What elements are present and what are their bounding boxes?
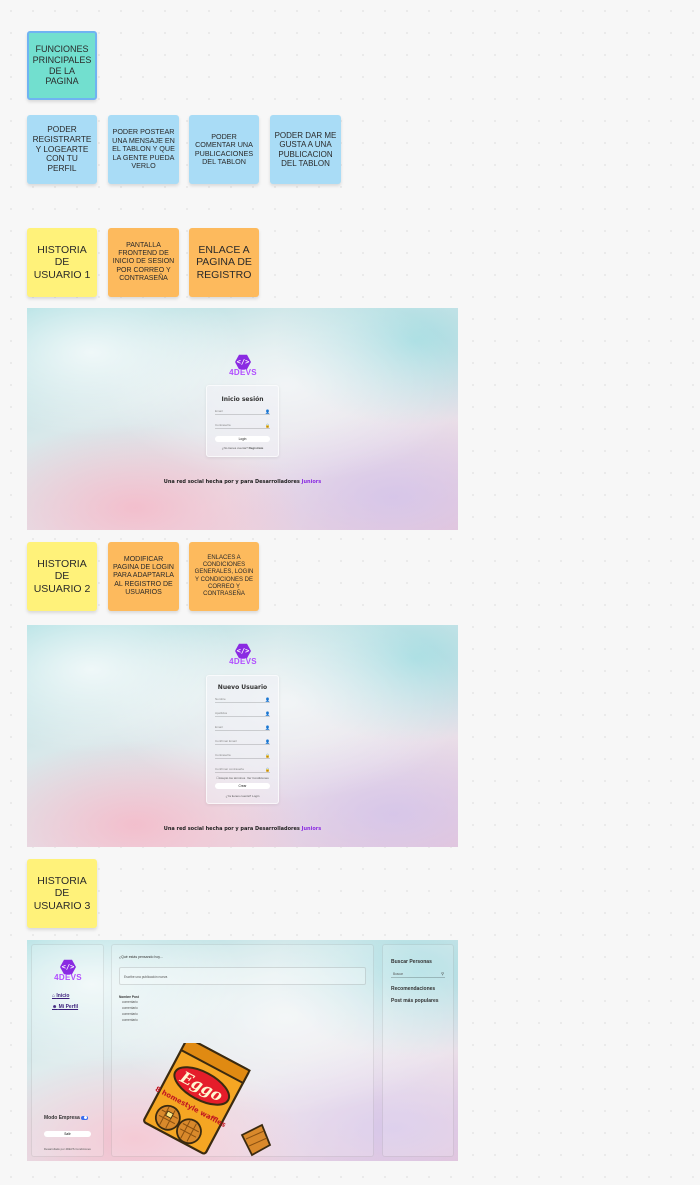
register-prompt: ¿No tienes cuenta? Registrate [221,446,264,450]
conditions-link[interactable]: Ver Condiciones [247,776,269,780]
password-placeholder: Contraseña [215,423,231,427]
tagline: Una red social hecha por y para Desarrol… [163,826,322,832]
feed-line: comentario [122,1012,138,1016]
register-link[interactable]: Registrate [249,446,264,450]
login-title: Inicio sesión [221,396,264,403]
feature-comment-note[interactable]: PODER COMENTAR UNA PUBLICACIONES DEL TAB… [189,115,259,184]
register-card: Nuevo Usuario Nombre 👤 Apellidos 👤 Email 👤 … [206,675,279,804]
search-people-title: Buscar Personas [391,959,432,965]
nav-profile[interactable]: ☻ Mi Perfil [52,1004,78,1010]
register-screenshot: </> 4DEVS Nuevo Usuario Nombre 👤 Apellido… [27,625,458,847]
create-account-button[interactable]: Crear [215,783,270,789]
brand-name: 4DEVS [229,657,257,666]
email-field[interactable]: Email 👤 [215,724,270,731]
toggle-switch[interactable] [80,1115,88,1120]
left-sidebar: </> 4DEVS ⌂ Inicio ☻ Mi Perfil Modo Empr… [31,944,104,1157]
story-1-task-register-link-note[interactable]: ENLACE A PAGINA DE REGISTRO [189,228,259,297]
new-post-input[interactable]: Escribe una publicación nueva [119,967,366,985]
feature-like-note[interactable]: PODER DAR ME GUSTA A UNA PUBLICACION DEL… [270,115,341,184]
email-field[interactable]: Email 👤 [215,408,270,415]
search-placeholder: Buscar [393,972,403,976]
feature-post-note[interactable]: PODER POSTEAR UNA MENSAJE EN EL TABLON Y… [108,115,179,184]
company-mode-toggle[interactable]: Modo Empresa [44,1115,88,1121]
user-icon: ☻ [52,1004,58,1010]
brand-name: 4DEVS [54,973,82,982]
brand-logo: </> 4DEVS [229,354,257,377]
feed-line: comentario [122,1006,138,1010]
confirm-email-field[interactable]: Confirmar Email 👤 [215,738,270,745]
brand-logo: </> 4DEVS [229,643,257,666]
footer-text: Desarrollado por 4DEVS Condiciones [44,1147,91,1151]
story-2-task-links-note[interactable]: ENLACES A CONDICIONES GENERALES, LOGIN Y… [189,542,259,611]
terms-row[interactable]: ☐Acepto los términos Ver Condiciones [207,776,278,780]
mail-icon: 👤 [265,724,270,730]
login-screenshot: </> 4DEVS Inicio sesión Email 👤 Contrase… [27,308,458,530]
post-prompt: ¿Qué estás pensando hoy... [119,955,163,959]
register-title: Nuevo Usuario [217,684,268,691]
login-card: Inicio sesión Email 👤 Contraseña 🔒 Login… [206,385,279,457]
story-2-note[interactable]: HISTORIA DE USUARIO 2 [27,542,97,611]
search-people-input[interactable]: Buscar ⚲ [391,971,445,978]
password-field[interactable]: Contraseña 🔒 [215,422,270,429]
features-title-note[interactable]: FUNCIONES PRINCIPALES DE LA PAGINA [27,31,97,100]
nav-home[interactable]: ⌂ Inicio [52,993,69,999]
login-button[interactable]: Login [215,436,270,442]
mail-icon: 👤 [265,738,270,744]
first-name-field[interactable]: Nombre 👤 [215,696,270,703]
story-1-task-login-note[interactable]: PANTALLA FRONTEND DE INICIO DE SESION PO… [108,228,179,297]
feed-line: comentario [122,1018,138,1022]
email-placeholder: Email [215,409,223,413]
search-icon[interactable]: ⚲ [441,971,444,976]
last-name-field[interactable]: Apellidos 👤 [215,710,270,717]
right-sidebar: Buscar Personas Buscar ⚲ Recomendaciones… [382,944,454,1157]
main-feed: ¿Qué estás pensando hoy... Escribe una p… [111,944,374,1157]
user-icon: 👤 [265,710,270,716]
waffle-box-image: Eggo 8 homestyle waffles [143,1043,272,1157]
user-icon: 👤 [265,696,270,702]
story-2-task-modify-login-note[interactable]: MODIFICAR PAGINA DE LOGIN PARA ADAPTARLA… [108,542,179,611]
lock-icon: 🔒 [265,752,270,758]
brand-name: 4DEVS [229,368,257,377]
lock-icon: 🔒 [265,422,270,428]
recommendations-title: Recomendaciones [391,986,436,992]
app-screenshot: </> 4DEVS ⌂ Inicio ☻ Mi Perfil Modo Empr… [27,940,458,1161]
login-prompt[interactable]: ¿Ya tienes cuenta? Login [207,794,278,798]
feed-line: comentario [122,1000,138,1004]
password-field[interactable]: Contraseña 🔒 [215,752,270,759]
feature-register-note[interactable]: PODER REGISTRARTE Y LOGEARTE CON TU PERF… [27,115,97,184]
lock-icon: 🔒 [265,766,270,772]
new-post-placeholder: Escribe una publicación nueva [124,975,168,979]
exit-button[interactable]: Salir [44,1131,91,1137]
feed-author: Nombre Post [119,995,139,999]
brand-logo: </> 4DEVS [54,959,82,982]
user-icon: 👤 [265,408,270,414]
tagline: Una red social hecha por y para Desarrol… [163,479,322,485]
story-1-note[interactable]: HISTORIA DE USUARIO 1 [27,228,97,297]
confirm-password-field[interactable]: Confirmar contraseña 🔒 [215,766,270,773]
home-icon: ⌂ [52,993,56,999]
popular-posts-title: Post más populares [391,998,439,1004]
story-3-note[interactable]: HISTORIA DE USUARIO 3 [27,859,97,928]
